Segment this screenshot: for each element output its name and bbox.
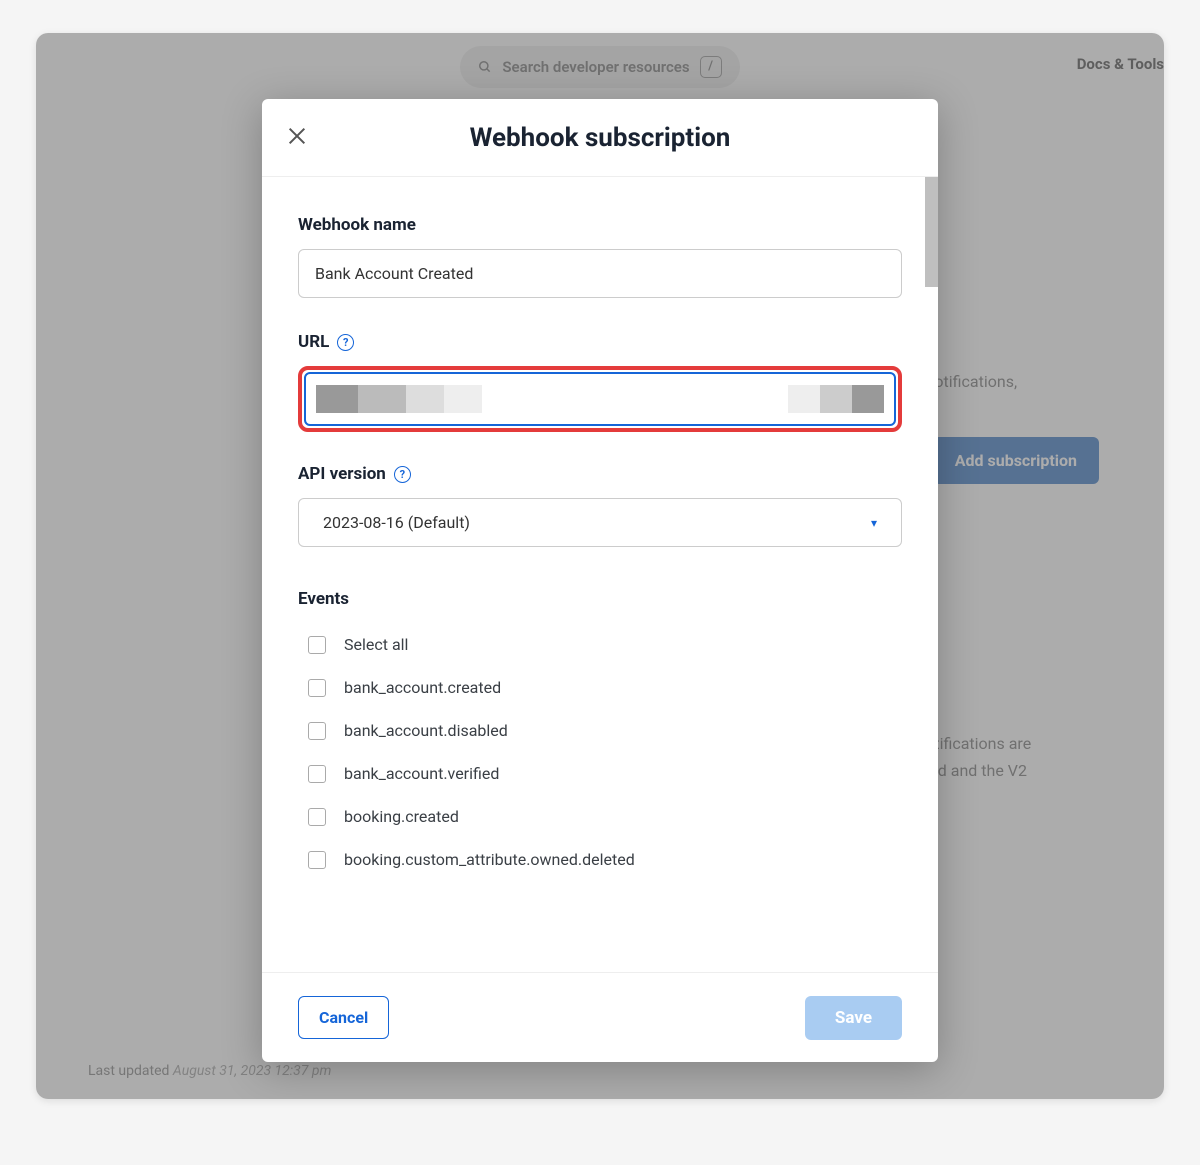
- modal-footer: Cancel Save: [262, 972, 938, 1062]
- event-row[interactable]: booking.custom_attribute.owned.deleted: [308, 838, 902, 881]
- checkbox[interactable]: [308, 808, 326, 826]
- checkbox[interactable]: [308, 636, 326, 654]
- events-label: Events: [298, 589, 902, 609]
- checkbox[interactable]: [308, 851, 326, 869]
- event-row[interactable]: booking.created: [308, 795, 902, 838]
- checkbox[interactable]: [308, 722, 326, 740]
- api-version-label: API version ?: [298, 464, 902, 484]
- api-version-select[interactable]: 2023-08-16 (Default) ▾: [298, 498, 902, 547]
- event-row[interactable]: bank_account.disabled: [308, 709, 902, 752]
- checkbox[interactable]: [308, 765, 326, 783]
- event-row[interactable]: Select all: [308, 623, 902, 666]
- url-input[interactable]: [304, 372, 896, 426]
- close-icon: [286, 125, 308, 147]
- chevron-down-icon: ▾: [871, 516, 877, 530]
- url-highlight-annotation: [298, 366, 902, 432]
- modal-title: Webhook subscription: [262, 123, 938, 153]
- modal-header: Webhook subscription: [262, 99, 938, 177]
- save-button[interactable]: Save: [805, 996, 902, 1040]
- redacted-content: [316, 385, 358, 413]
- event-row[interactable]: bank_account.created: [308, 666, 902, 709]
- modal-body: Webhook name URL ? API ver: [262, 177, 938, 972]
- events-list: Select all bank_account.created bank_acc…: [298, 623, 902, 881]
- url-label: URL ?: [298, 332, 902, 352]
- api-version-value: 2023-08-16 (Default): [323, 513, 470, 532]
- webhook-name-input[interactable]: [298, 249, 902, 298]
- event-row[interactable]: bank_account.verified: [308, 752, 902, 795]
- webhook-subscription-modal: Webhook subscription Webhook name URL ?: [262, 99, 938, 1062]
- help-icon[interactable]: ?: [337, 334, 354, 351]
- close-button[interactable]: [286, 125, 312, 151]
- cancel-button[interactable]: Cancel: [298, 996, 389, 1039]
- checkbox[interactable]: [308, 679, 326, 697]
- webhook-name-label: Webhook name: [298, 215, 902, 235]
- help-icon[interactable]: ?: [394, 466, 411, 483]
